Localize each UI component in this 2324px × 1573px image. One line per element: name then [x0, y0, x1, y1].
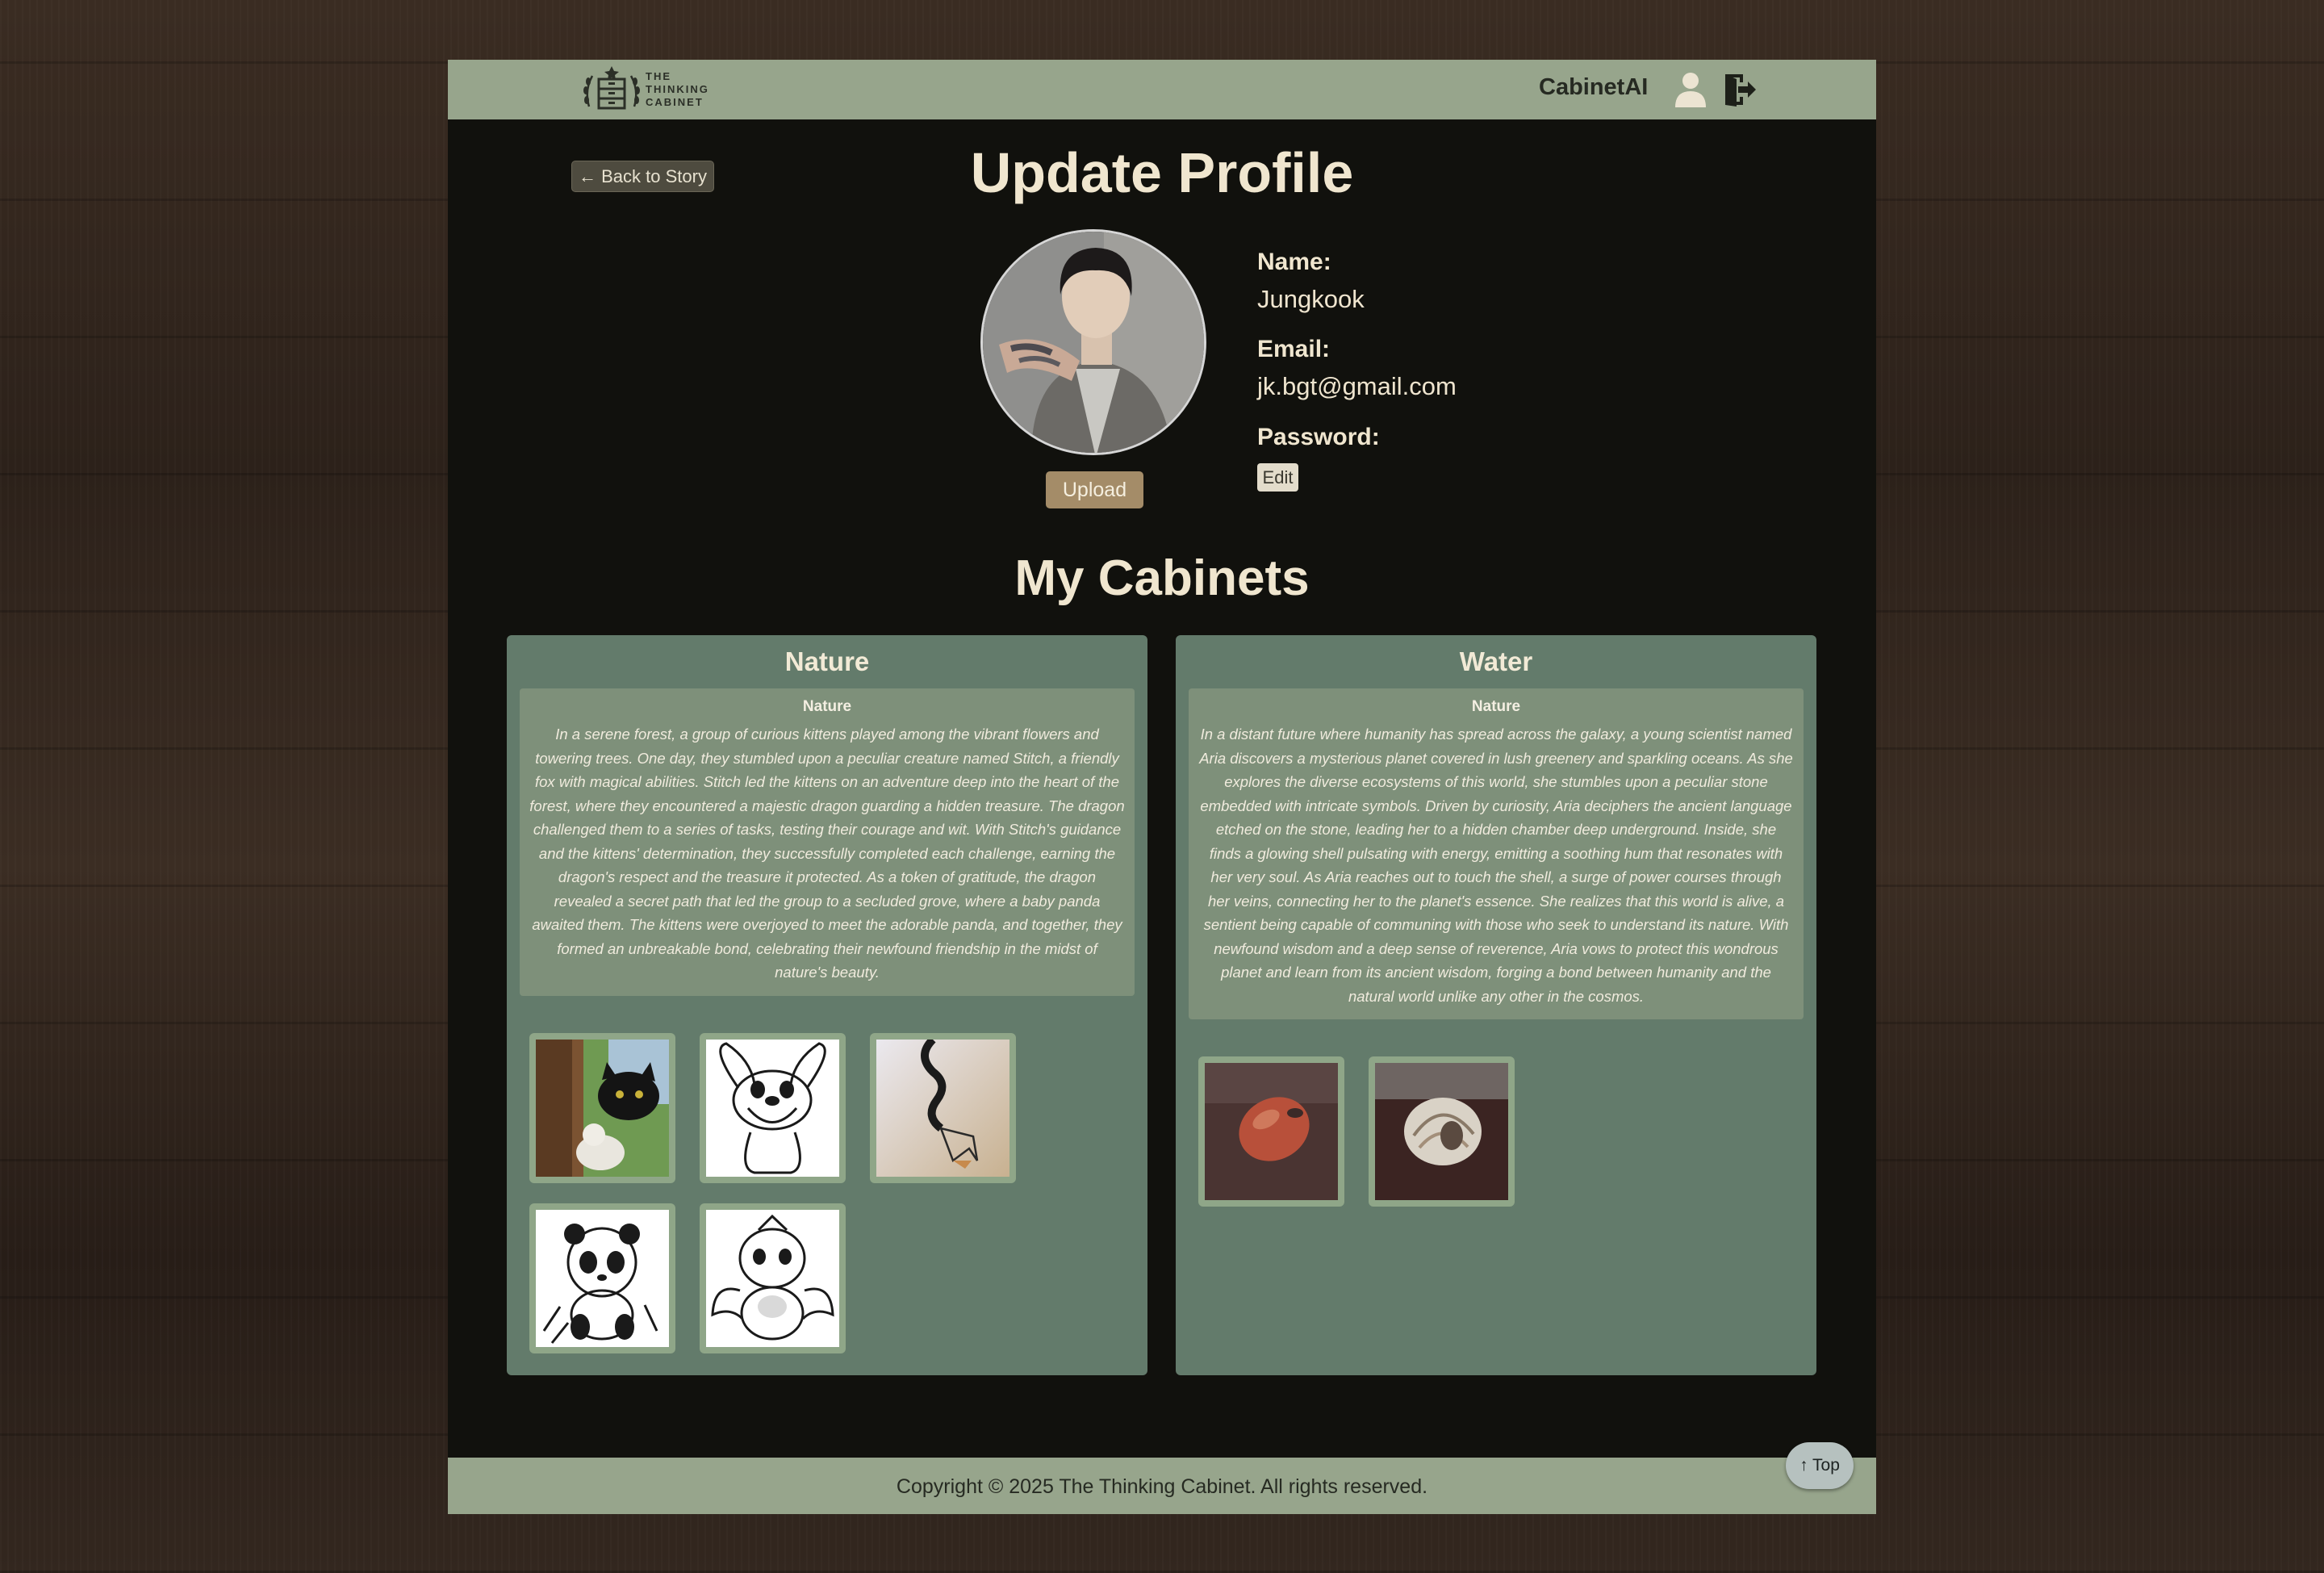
email-value: jk.bgt@gmail.com	[1257, 372, 1457, 400]
my-cabinets-title: My Cabinets	[1014, 550, 1310, 606]
logout-icon[interactable]	[1719, 69, 1759, 110]
thumbnail-panda-drawing[interactable]	[529, 1203, 675, 1353]
top-header: THE THINKING CABINET CabinetAI	[448, 60, 1876, 119]
thumbnail-dragon-drawing[interactable]	[700, 1203, 846, 1353]
story-text: In a distant future where humanity has s…	[1199, 726, 1793, 1005]
page-title: Update Profile	[970, 141, 1354, 204]
user-profile-icon[interactable]	[1670, 69, 1711, 110]
thumbnail-shell-photo[interactable]	[1369, 1056, 1515, 1207]
logo-text: THE THINKING CABINET	[646, 70, 709, 108]
site-logo[interactable]: THE THINKING CABINET	[581, 65, 710, 115]
name-label: Name:	[1257, 249, 1331, 275]
thumbnail-cat-photo[interactable]	[529, 1033, 675, 1183]
story-title: Nature	[1471, 698, 1521, 715]
cabinet-logo-icon	[583, 66, 640, 110]
copyright-text: Copyright © 2025 The Thinking Cabinet. A…	[896, 1475, 1428, 1498]
thumbnail-stitch-drawing[interactable]	[700, 1033, 846, 1183]
story-box: Nature In a distant future where humanit…	[1189, 688, 1804, 1019]
cabinet-card-nature: Nature Nature In a serene forest, a grou…	[507, 635, 1147, 1375]
upload-photo-button[interactable]: Upload	[1046, 471, 1143, 508]
edit-password-button[interactable]: Edit	[1257, 463, 1298, 492]
email-label: Email:	[1257, 336, 1331, 362]
scroll-to-top-button[interactable]: ↑ Top	[1786, 1442, 1854, 1489]
cabinet-card-water: Water Nature In a distant future where h…	[1176, 635, 1816, 1375]
site-footer: Copyright © 2025 The Thinking Cabinet. A…	[448, 1458, 1876, 1514]
thumbnail-fox-drawing[interactable]	[870, 1033, 1016, 1183]
story-text: In a serene forest, a group of curious k…	[529, 726, 1125, 981]
brand-link[interactable]: CabinetAI	[1539, 74, 1648, 101]
thumbnail-red-stone-photo[interactable]	[1198, 1056, 1344, 1207]
password-label: Password:	[1257, 424, 1380, 450]
name-value: Jungkook	[1257, 285, 1365, 313]
story-title: Nature	[802, 698, 852, 715]
page-container: THE THINKING CABINET CabinetAI ← Back to…	[448, 60, 1876, 1514]
profile-avatar	[980, 229, 1206, 455]
cabinet-title: Water	[1459, 646, 1533, 676]
cabinet-title: Nature	[784, 646, 870, 676]
story-box: Nature In a serene forest, a group of cu…	[520, 688, 1135, 996]
